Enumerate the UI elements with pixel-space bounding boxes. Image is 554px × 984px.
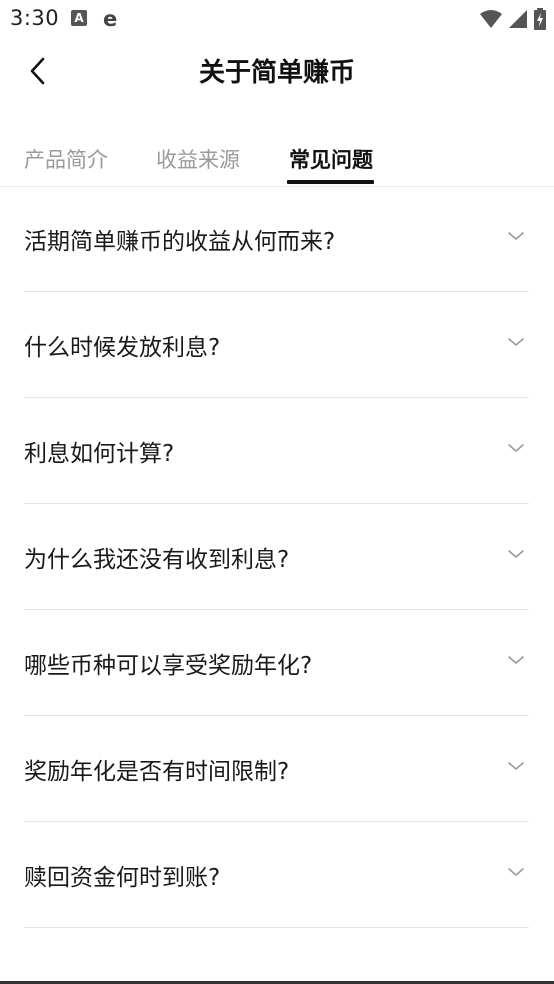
faq-question: 为什么我还没有收到利息?: [24, 547, 290, 573]
status-bar: 3:30 A e: [0, 0, 554, 38]
faq-question: 活期简单赚币的收益从何而来?: [24, 229, 336, 255]
tab-faq[interactable]: 常见问题: [289, 144, 373, 174]
tab-bar: 产品简介 收益来源 常见问题: [0, 140, 554, 187]
tab-earnings-source[interactable]: 收益来源: [156, 144, 240, 174]
faq-question: 哪些币种可以享受奖励年化?: [24, 653, 313, 679]
faq-item[interactable]: 奖励年化是否有时间限制?: [24, 716, 529, 822]
chevron-down-icon: [508, 338, 524, 346]
faq-question: 什么时候发放利息?: [24, 335, 221, 361]
status-time: 3:30: [10, 6, 60, 30]
chevron-down-icon: [508, 868, 524, 876]
faq-item[interactable]: 什么时候发放利息?: [24, 292, 529, 398]
chevron-down-icon: [508, 550, 524, 558]
browser-notification-icon: e: [103, 7, 118, 31]
faq-question: 奖励年化是否有时间限制?: [24, 759, 290, 785]
chevron-down-icon: [508, 656, 524, 664]
chevron-down-icon: [508, 444, 524, 452]
tab-product-intro[interactable]: 产品简介: [24, 144, 108, 174]
faq-item[interactable]: 赎回资金何时到账?: [24, 822, 529, 928]
chevron-down-icon: [508, 762, 524, 770]
battery-icon: [534, 8, 546, 30]
faq-question: 赎回资金何时到账?: [24, 865, 221, 891]
faq-item[interactable]: 活期简单赚币的收益从何而来?: [24, 186, 529, 292]
status-indicators: [480, 8, 546, 30]
faq-item[interactable]: 利息如何计算?: [24, 398, 529, 504]
faq-list: 活期简单赚币的收益从何而来? 什么时候发放利息? 利息如何计算? 为什么我还没有…: [24, 186, 529, 928]
page-title: 关于简单赚币: [198, 58, 355, 88]
faq-item[interactable]: 哪些币种可以享受奖励年化?: [24, 610, 529, 716]
chevron-down-icon: [508, 232, 524, 240]
accessibility-notification-icon: A: [71, 10, 87, 26]
wifi-icon: [480, 10, 502, 28]
faq-item[interactable]: 为什么我还没有收到利息?: [24, 504, 529, 610]
active-tab-indicator: [287, 180, 374, 184]
header: 关于简单赚币: [0, 38, 554, 106]
faq-question: 利息如何计算?: [24, 441, 175, 467]
cellular-signal-icon: [509, 10, 527, 28]
